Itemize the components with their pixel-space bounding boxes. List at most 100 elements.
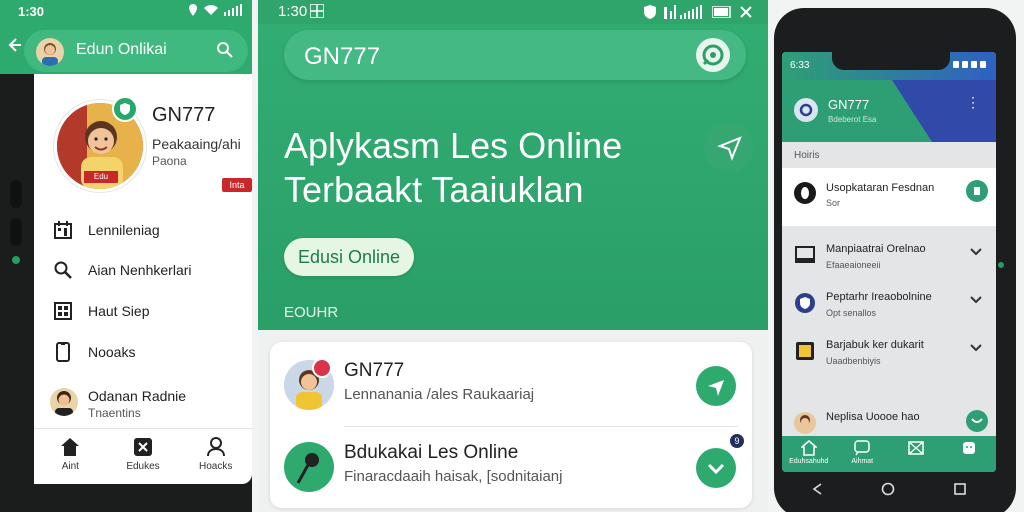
user-name: GN777 <box>152 104 216 126</box>
phone-frame: 6:33 GN777 Bdeberot Esa ⋮ Hoiris Usopkat… <box>774 8 1016 512</box>
send-button[interactable] <box>696 366 736 406</box>
menu-label: Nooaks <box>88 344 136 360</box>
menu-label: Lennileniag <box>88 222 160 238</box>
right-phone: 6:33 GN777 Bdeberot Esa ⋮ Hoiris Usopkat… <box>768 0 1024 512</box>
user-role: Paona <box>152 154 187 168</box>
featured-item[interactable]: Usopkataran Fesdnan Sor <box>782 168 996 226</box>
badge-icon[interactable] <box>966 410 988 432</box>
nav-hoacks[interactable]: Hoacks <box>179 429 252 485</box>
menu-item-aian[interactable]: Aian Nenhkerlari <box>52 256 192 284</box>
item-subtitle: Uaadbenbiyis <box>826 356 881 366</box>
apps-icon <box>52 300 74 322</box>
profile-subtitle: Tnaentins <box>88 406 141 420</box>
headline-line-1: Aplykasm Les Online <box>284 125 623 166</box>
item-title: Neplisa Uoooe hao <box>826 411 920 423</box>
location-icon <box>188 4 198 16</box>
camera-notch <box>832 52 950 70</box>
menu-item-nooaks[interactable]: Nooaks <box>52 338 135 366</box>
search-text: GN777 <box>304 43 381 70</box>
back-icon[interactable] <box>812 483 822 495</box>
check-button[interactable] <box>696 448 736 488</box>
nav-profile[interactable] <box>943 436 997 472</box>
mail-icon <box>908 440 924 456</box>
avatar <box>794 412 816 434</box>
nav-label: Aint <box>61 461 79 472</box>
item-title: Barjabuk ker dukarit <box>826 339 924 351</box>
calendar-icon <box>52 219 74 241</box>
send-icon[interactable] <box>704 122 754 172</box>
chat-icon[interactable] <box>696 38 730 72</box>
item-subtitle: Opt senallos <box>826 308 877 318</box>
shield-icon <box>112 96 138 122</box>
volume-button <box>10 180 22 208</box>
list-item[interactable]: Manpiaatrai Orelnao Efaaeaioneeii <box>782 234 996 280</box>
search-icon[interactable] <box>216 41 234 59</box>
title-pill[interactable]: Edun Onlikai <box>24 30 248 72</box>
nav-home[interactable]: Aint <box>34 429 107 485</box>
header-title: GN777 <box>828 97 870 112</box>
main-screen: 1:30 GN777 Aplykasm Les Online Terbaakt … <box>258 0 768 512</box>
phone-icon <box>52 341 74 363</box>
notification-dot <box>312 358 332 378</box>
more-icon[interactable]: ⋮ <box>966 94 980 111</box>
pin-icon <box>794 182 816 204</box>
item-title: Manpiaatrai Orelnao <box>826 243 926 255</box>
search-bar[interactable]: GN777 <box>284 30 746 80</box>
nav-edukes[interactable]: Edukes <box>107 429 180 485</box>
recents-icon[interactable] <box>954 483 967 495</box>
signal-icon <box>664 5 704 19</box>
chevron-down-icon[interactable] <box>970 246 982 258</box>
search-icon <box>52 259 74 281</box>
book-icon <box>794 244 816 266</box>
tablet-icon <box>794 340 816 362</box>
header-subtitle: Bdeberot Esa <box>828 115 877 124</box>
list-item[interactable]: Peptarhr Ireaobolnine Opt senallos <box>782 282 996 328</box>
item-title: Peptarhr Ireaobolnine <box>826 291 932 303</box>
power-button <box>10 218 22 246</box>
smile-icon <box>961 440 977 456</box>
header: GN777 Bdeberot Esa ⋮ <box>782 80 996 142</box>
menu-label: Aian Nenhkerlari <box>88 262 192 278</box>
bottom-nav: Eduhsahuhd Aihmat <box>782 436 996 472</box>
section-label: EOUHR <box>284 304 339 321</box>
person-icon <box>206 437 226 457</box>
chat-icon <box>854 440 870 456</box>
nav-mail[interactable] <box>889 436 943 472</box>
divider <box>344 426 738 427</box>
menu-item-haut-siep[interactable]: Haut Siep <box>52 297 149 325</box>
chevron-down-icon[interactable] <box>970 342 982 354</box>
headline: Aplykasm Les Online Terbaakt Taaiuklan <box>284 124 622 212</box>
bottom-nav: Aint Edukes Hoacks <box>34 428 252 485</box>
indicator-light <box>998 262 1004 268</box>
cta-button[interactable]: Edusi Online <box>284 238 414 276</box>
list-item[interactable]: Bdukakai Les Online Finaracdaaih haisak,… <box>270 428 752 508</box>
hero-section: GN777 Aplykasm Les Online Terbaakt Taaiu… <box>258 24 768 330</box>
menu-item-lennileniag[interactable]: Lennileniag <box>52 216 160 244</box>
featured-subtitle: Sor <box>826 198 841 208</box>
avatar <box>36 38 64 66</box>
badge-icon[interactable] <box>966 180 988 202</box>
nav-chat[interactable]: Aihmat <box>836 436 890 472</box>
status-bar: 1:30 <box>258 0 768 24</box>
list-item[interactable]: GN777 Lennanania /ales Raukaariaj <box>270 346 752 426</box>
home-button-icon[interactable] <box>881 482 895 496</box>
microphone-icon <box>284 442 334 492</box>
status-icons <box>644 5 752 19</box>
phone-screen: 6:33 GN777 Bdeberot Esa ⋮ Hoiris Usopkat… <box>782 52 996 472</box>
item-subtitle: Efaaeaioneeii <box>826 260 881 270</box>
home-icon <box>60 437 80 457</box>
app-bar: Edun Onlikai <box>0 24 252 74</box>
back-arrow-icon[interactable] <box>8 38 22 52</box>
nav-home[interactable]: Eduhsahuhd <box>782 436 836 472</box>
section-label: Hoiris <box>794 150 820 161</box>
profile-entry[interactable]: Odanan Radnie Tnaentins <box>50 386 250 426</box>
row-title: GN777 <box>344 360 405 381</box>
list-item[interactable]: Barjabuk ker dukarit Uaadbenbiyis <box>782 330 996 376</box>
chevron-down-icon[interactable] <box>970 294 982 306</box>
course-card: GN777 Lennanania /ales Raukaariaj Bdukak… <box>270 342 752 508</box>
status-bar: 1:30 <box>0 0 252 24</box>
nav-label: Aihmat <box>851 458 874 465</box>
status-icons <box>953 61 986 68</box>
indicator-light <box>12 256 20 264</box>
battery-icon <box>712 6 732 18</box>
